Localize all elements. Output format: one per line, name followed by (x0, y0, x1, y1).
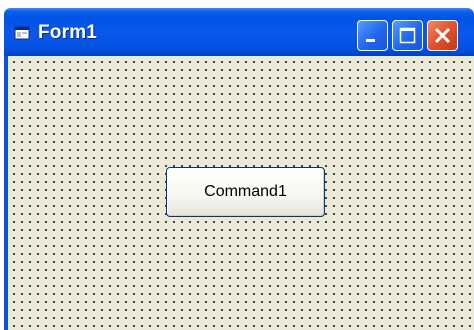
form-icon[interactable] (14, 26, 30, 40)
minimize-button[interactable] (357, 20, 388, 51)
command1-button[interactable]: Command1 (166, 167, 325, 217)
form-window: Form1 Command1 (4, 8, 474, 330)
close-icon (434, 27, 451, 44)
window-title: Form1 (38, 22, 98, 43)
maximize-icon (399, 27, 416, 44)
minimize-icon (366, 39, 375, 42)
form-design-surface[interactable]: Command1 (8, 56, 474, 330)
close-button[interactable] (427, 20, 458, 51)
maximize-button[interactable] (392, 20, 423, 51)
title-bar[interactable]: Form1 (4, 8, 474, 56)
